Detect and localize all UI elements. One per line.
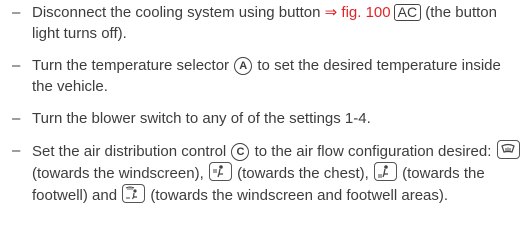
callout-c: C xyxy=(231,143,250,161)
item-text: (towards the windscreen and footwell are… xyxy=(146,187,449,204)
item-text: Turn the blower switch to any of of the … xyxy=(32,110,371,127)
instruction-list: – Disconnect the cooling system using bu… xyxy=(12,2,524,217)
item-text: Turn the temperature selector xyxy=(32,57,234,74)
list-item: – Set the air distribution control C to … xyxy=(12,140,524,206)
item-text: to the air flow configuration desired: xyxy=(250,143,496,160)
dash: – xyxy=(12,57,21,74)
footwell-vent-icon xyxy=(373,162,397,181)
dash: – xyxy=(12,4,21,21)
dash: – xyxy=(12,110,21,127)
item-text: (towards the windscreen), xyxy=(32,165,208,182)
figure-link[interactable]: ⇒ fig. 100 xyxy=(325,4,391,21)
item-text: Set the air distribution control xyxy=(32,143,231,160)
dash: – xyxy=(12,142,21,159)
list-item: – Turn the temperature selector A to set… xyxy=(12,55,524,97)
windscreen-footwell-icon xyxy=(122,184,146,203)
callout-a: A xyxy=(234,57,253,75)
list-item: – Turn the blower switch to any of of th… xyxy=(12,108,524,129)
ac-key-label: AC xyxy=(393,4,422,21)
item-text: Disconnect the cooling system using butt… xyxy=(32,4,325,21)
windscreen-icon xyxy=(496,140,520,159)
list-item: – Disconnect the cooling system using bu… xyxy=(12,2,524,44)
chest-vent-icon xyxy=(208,162,232,181)
item-text: (towards the chest), xyxy=(232,165,369,182)
